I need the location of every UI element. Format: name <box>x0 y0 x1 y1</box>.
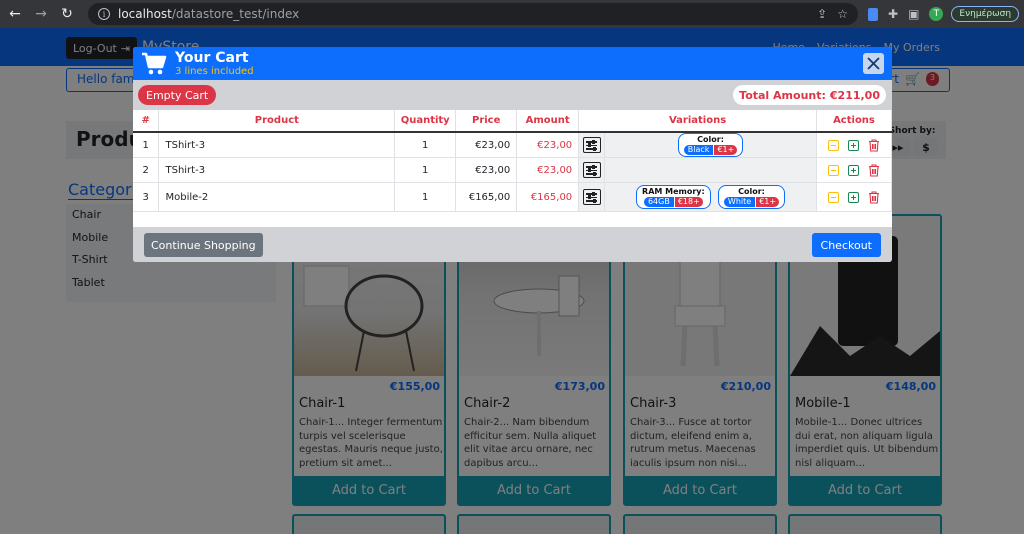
forward-icon[interactable]: → <box>30 3 52 25</box>
side-panel-icon[interactable]: ▣ <box>908 7 919 21</box>
row-amount: €23,00 <box>516 132 580 158</box>
checkout-button[interactable]: Checkout <box>811 233 881 257</box>
row-number: 2 <box>133 157 160 183</box>
table-row: 1 TShirt-3 1 €23,00 €23,00 Color: Black €… <box>133 132 892 158</box>
row-quantity: 1 <box>394 132 457 158</box>
cart-modal-header: Your Cart 3 lines included <box>133 47 892 80</box>
continue-shopping-button[interactable]: Continue Shopping <box>144 233 263 257</box>
row-variations: Color: Black €1+ <box>604 132 817 158</box>
row-price: €23,00 <box>455 132 518 158</box>
edit-variations-icon[interactable] <box>582 137 601 153</box>
decrease-quantity-icon[interactable] <box>827 139 839 151</box>
variation-extra-price: €18+ <box>674 197 703 207</box>
profile-avatar[interactable]: T <box>929 7 944 21</box>
variation-value: Black <box>683 145 714 155</box>
variation-value: 64GB <box>643 197 674 207</box>
column-header-number: # <box>133 110 160 133</box>
row-variations: RAM Memory: 64GB €18+ Color: White €1+ <box>604 182 817 212</box>
table-row: 2 TShirt-3 1 €23,00 €23,00 <box>133 157 892 183</box>
variation-extra-price: €1+ <box>756 197 780 207</box>
variation-chip: Color: White €1+ <box>717 185 786 209</box>
total-amount-value: €211,00 <box>829 88 880 102</box>
url-path: /datastore_test/index <box>171 7 300 21</box>
back-icon[interactable]: ← <box>4 3 26 25</box>
row-product: TShirt-3 <box>158 132 396 158</box>
share-icon[interactable]: ⇪ <box>817 7 827 21</box>
extension-icon[interactable] <box>868 7 878 21</box>
row-amount: €165,00 <box>516 182 580 212</box>
edit-variations-cell <box>578 182 606 212</box>
row-number: 1 <box>133 132 160 158</box>
variation-title: Color: <box>738 187 765 196</box>
decrease-quantity-icon[interactable] <box>827 191 839 203</box>
cart-modal-footer: Continue Shopping Checkout <box>133 227 892 262</box>
variation-title: Color: <box>697 135 724 144</box>
column-header-amount: Amount <box>516 110 580 133</box>
edit-variations-icon[interactable] <box>582 189 601 205</box>
decrease-quantity-icon[interactable] <box>827 164 839 176</box>
row-variations <box>604 157 817 183</box>
row-amount: €23,00 <box>516 157 580 183</box>
row-price: €165,00 <box>455 182 518 212</box>
row-actions <box>816 132 892 158</box>
cart-modal-title: Your Cart <box>175 50 249 66</box>
remove-item-icon[interactable] <box>868 190 880 204</box>
cart-table: # Product Quantity Price Amount Variatio… <box>133 110 892 212</box>
row-quantity: 1 <box>394 182 457 212</box>
close-button[interactable] <box>863 53 884 74</box>
edit-variations-cell <box>578 132 606 158</box>
reload-icon[interactable]: ↻ <box>56 3 78 25</box>
table-row: 3 Mobile-2 1 €165,00 €165,00 RAM Memory:… <box>133 182 892 212</box>
row-price: €23,00 <box>455 157 518 183</box>
remove-item-icon[interactable] <box>868 138 880 152</box>
variation-chip: Color: Black €1+ <box>677 133 744 157</box>
shopping-cart-icon <box>142 52 167 75</box>
variation-title: RAM Memory: <box>642 187 705 196</box>
variation-chip: RAM Memory: 64GB €18+ <box>636 185 711 209</box>
variation-extra-price: €1+ <box>714 145 738 155</box>
total-amount-label: Total Amount: <box>739 88 826 102</box>
row-product: Mobile-2 <box>158 182 396 212</box>
url-host: localhost <box>118 7 172 21</box>
increase-quantity-icon[interactable] <box>847 139 859 151</box>
puzzle-extensions-icon[interactable]: ✚ <box>888 7 898 21</box>
table-header-row: # Product Quantity Price Amount Variatio… <box>133 110 892 133</box>
column-header-quantity: Quantity <box>394 110 457 133</box>
column-header-variations: Variations <box>578 110 817 133</box>
row-number: 3 <box>133 182 160 212</box>
variation-value: White <box>723 197 756 207</box>
increase-quantity-icon[interactable] <box>847 191 859 203</box>
empty-cart-button[interactable]: Empty Cart <box>138 85 217 105</box>
update-button[interactable]: Ενημέρωση <box>951 6 1020 22</box>
site-info-icon[interactable]: i <box>98 8 110 20</box>
column-header-product: Product <box>158 110 396 133</box>
remove-item-icon[interactable] <box>868 163 880 177</box>
column-header-actions: Actions <box>816 110 892 133</box>
row-actions <box>816 182 892 212</box>
row-actions <box>816 157 892 183</box>
bookmark-star-icon[interactable]: ☆ <box>837 7 848 21</box>
column-header-price: Price <box>455 110 518 133</box>
cart-action-row: Empty Cart Total Amount: €211,00 <box>133 80 892 110</box>
edit-variations-cell <box>578 157 606 183</box>
edit-variations-icon[interactable] <box>582 162 601 178</box>
close-icon <box>867 57 880 70</box>
cart-lines-count: 3 lines included <box>175 66 254 77</box>
address-bar[interactable]: i localhost/datastore_test/index ⇪ ☆ <box>88 3 858 25</box>
row-product: TShirt-3 <box>158 157 396 183</box>
cart-modal: Your Cart 3 lines included Empty Cart To… <box>133 47 892 262</box>
browser-toolbar: ← → ↻ i localhost/datastore_test/index ⇪… <box>0 0 1024 28</box>
increase-quantity-icon[interactable] <box>847 164 859 176</box>
total-amount: Total Amount: €211,00 <box>733 85 886 105</box>
row-quantity: 1 <box>394 157 457 183</box>
